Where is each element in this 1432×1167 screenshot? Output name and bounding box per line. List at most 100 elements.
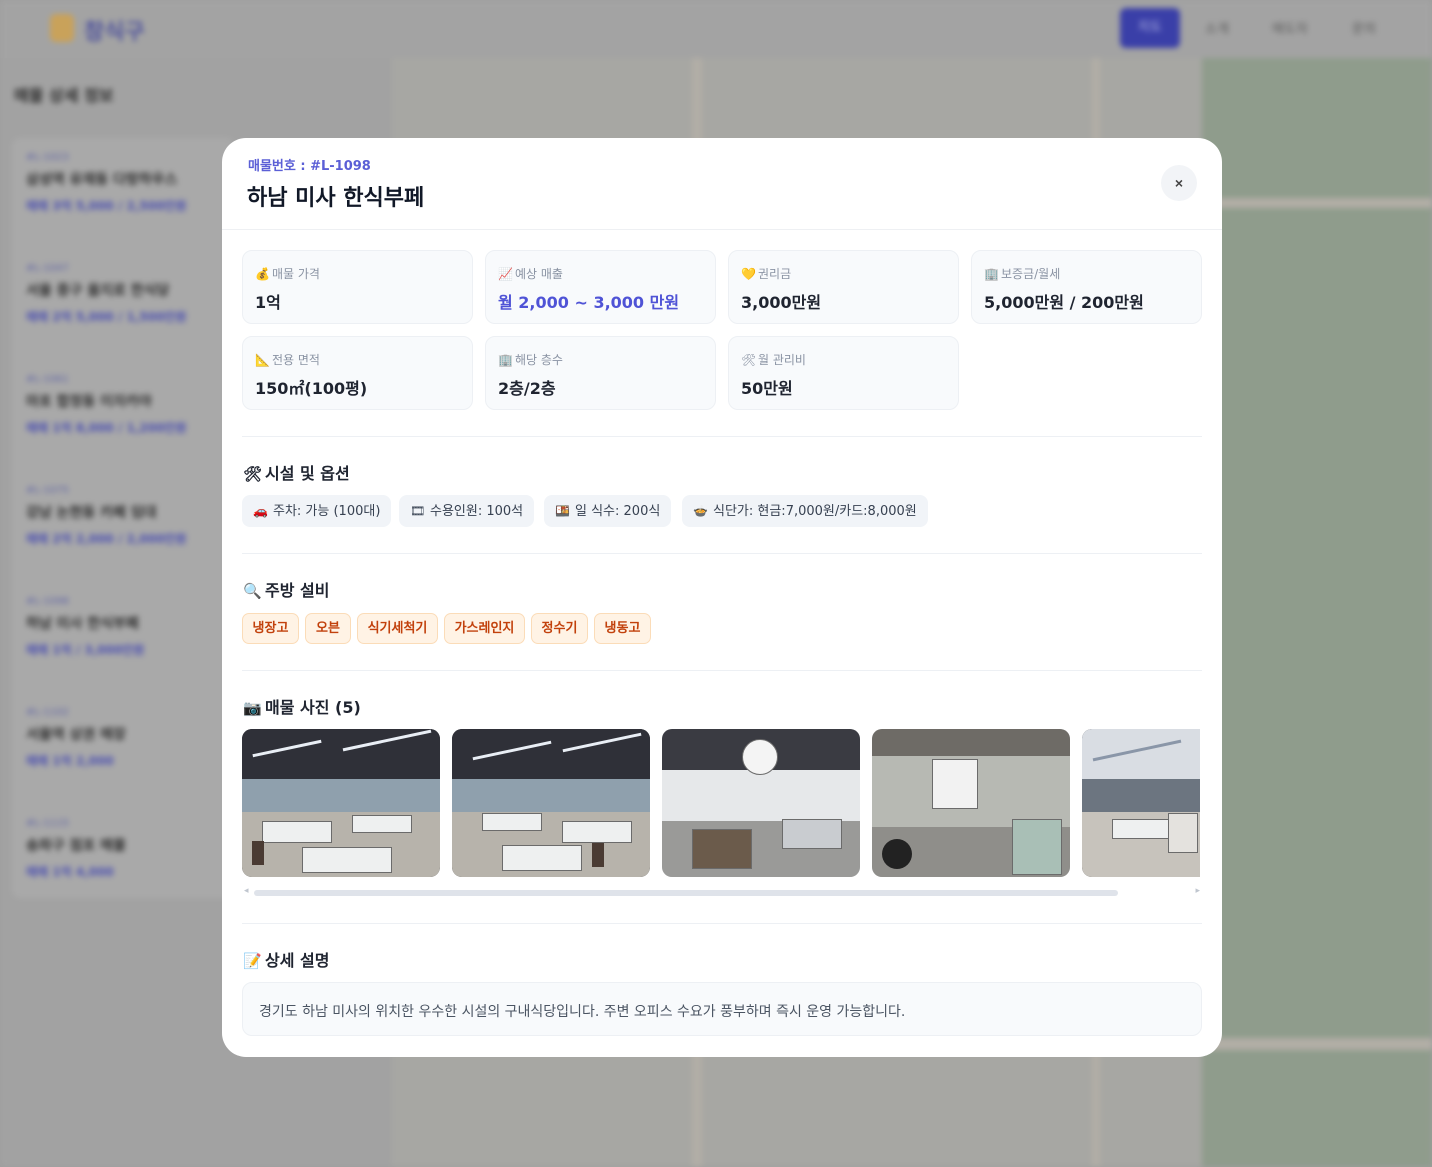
info-value-floor: 2층/2층 bbox=[498, 379, 556, 398]
info-card-maintenance-fee: 🛠 월 관리비 50만원 bbox=[728, 336, 959, 410]
photo-counter bbox=[1012, 819, 1062, 875]
close-button[interactable]: × bbox=[1161, 165, 1197, 201]
kitchen-tag: 냉장고 bbox=[242, 613, 299, 644]
photo-wall bbox=[452, 779, 650, 812]
photo-table bbox=[262, 821, 332, 843]
listing-detail-modal: 매물번호 : #L-1098 하남 미사 한식부페 × 💰 매물 가격 1억 📈 예… bbox=[222, 138, 1222, 1057]
modal-header: 매물번호 : #L-1098 하남 미사 한식부페 × bbox=[222, 138, 1222, 230]
scroll-right-icon[interactable]: ▸ bbox=[1195, 886, 1200, 896]
kitchen-tag: 식기세척기 bbox=[357, 613, 438, 644]
top-navbar: 창식구 지도 소개 매도자 문의 bbox=[0, 0, 1432, 58]
photo-object bbox=[882, 839, 912, 869]
list-item[interactable]: #L-1115 송파구 점포 매물 매매 1억 4,000 bbox=[26, 818, 226, 880]
listing-photo[interactable] bbox=[1082, 729, 1200, 877]
list-item[interactable]: #L-1075 강남 논현동 카페 임대 매매 2억 2,000 / 2,000… bbox=[26, 485, 226, 547]
list-item[interactable]: #L-1102 서울역 상권 매장 매매 1억 2,000 bbox=[26, 707, 226, 769]
list-item[interactable]: #L-1098 하남 미사 한식부페 매매 1억 / 3,000만원 bbox=[26, 596, 226, 658]
car-icon: 🚗 bbox=[253, 504, 268, 518]
kitchen-tag: 정수기 bbox=[531, 613, 588, 644]
magnifier-icon: 🔍 bbox=[243, 582, 262, 600]
chip-text: 수용인원: 100석 bbox=[430, 504, 524, 519]
list-item-price: 매매 1억 8,000 / 1,200만원 bbox=[26, 421, 187, 435]
info-label: 💛 권리금 bbox=[741, 265, 791, 282]
film-frame-icon: 🎞 bbox=[410, 504, 426, 518]
list-item-id: #L-1098 bbox=[26, 596, 69, 607]
section-divider bbox=[242, 923, 1202, 924]
stew-pot-icon: 🍲 bbox=[693, 504, 708, 518]
info-value-price: 1억 bbox=[255, 293, 281, 312]
facility-chip-meal-price: 🍲 식단가: 현금:7,000원/카드:8,000원 bbox=[682, 495, 928, 527]
info-label-text: 매물 가격 bbox=[272, 267, 320, 281]
nav-map[interactable]: 지도 bbox=[1120, 8, 1180, 48]
building-icon: 🏢 bbox=[498, 353, 513, 367]
listing-photo[interactable] bbox=[872, 729, 1070, 877]
info-label: 🏢 해당 층수 bbox=[498, 351, 563, 368]
list-item-price: 매매 2억 5,000 / 1,500만원 bbox=[26, 310, 187, 324]
photo-wall bbox=[242, 779, 440, 812]
section-divider bbox=[242, 553, 1202, 554]
logo-icon bbox=[50, 14, 74, 42]
info-card-floor: 🏢 해당 층수 2층/2층 bbox=[485, 336, 716, 410]
photo-scrollbar[interactable]: ◂ ▸ bbox=[242, 886, 1202, 897]
description-section-title: 📝 상세 설명 bbox=[243, 947, 329, 971]
chip-text: 일 식수: 200식 bbox=[575, 504, 661, 519]
photo-table bbox=[502, 845, 582, 871]
list-item-name: 삼성역 유재동 다랑하우스 bbox=[26, 172, 178, 188]
list-item-price: 매매 1억 2,000 bbox=[26, 754, 114, 768]
list-item[interactable]: #L-1023 삼성역 유재동 다랑하우스 매매 3억 5,000 / 2,50… bbox=[26, 152, 226, 214]
kitchen-section-title: 🔍 주방 설비 bbox=[243, 577, 329, 601]
info-value-maintenance-fee: 50만원 bbox=[741, 379, 793, 398]
info-label-text: 전용 면적 bbox=[272, 353, 320, 367]
kitchen-tag: 가스레인지 bbox=[444, 613, 525, 644]
photo-table bbox=[352, 815, 412, 833]
info-label: 📐 전용 면적 bbox=[255, 351, 320, 368]
scrollbar-thumb[interactable] bbox=[254, 890, 1118, 896]
logo-text: 창식구 bbox=[84, 20, 145, 45]
bento-box-icon: 🍱 bbox=[555, 504, 570, 518]
photo-counter bbox=[692, 829, 752, 869]
camera-icon: 📷 bbox=[243, 699, 262, 717]
listing-photo[interactable] bbox=[242, 729, 440, 877]
list-item-name: 서울역 상권 매장 bbox=[26, 727, 126, 743]
info-value-premium: 3,000만원 bbox=[741, 293, 822, 312]
photo-wall bbox=[662, 770, 860, 821]
photo-table bbox=[302, 847, 392, 873]
facilities-section-title: 🛠 시설 및 옵션 bbox=[243, 460, 350, 484]
list-item-name: 강남 논현동 카페 임대 bbox=[26, 505, 157, 521]
info-label: 📈 예상 매출 bbox=[498, 265, 563, 282]
photo-counter bbox=[782, 819, 842, 849]
list-item-id: #L-1075 bbox=[26, 485, 69, 496]
listing-list: #L-1023 삼성역 유재동 다랑하우스 매매 3억 5,000 / 2,50… bbox=[12, 138, 234, 898]
ruler-icon: 📐 bbox=[255, 353, 270, 367]
info-label-text: 해당 층수 bbox=[515, 353, 563, 367]
list-item-price: 매매 2억 2,000 / 2,000만원 bbox=[26, 532, 187, 546]
list-item-id: #L-1061 bbox=[26, 374, 69, 385]
heart-icon: 💛 bbox=[741, 267, 756, 281]
nav-about[interactable]: 소개 bbox=[1205, 18, 1229, 37]
info-label-text: 예상 매출 bbox=[515, 267, 563, 281]
list-item[interactable]: #L-1047 서울 중구 을지로 한식당 매매 2억 5,000 / 1,50… bbox=[26, 263, 226, 325]
facility-chip-daily-meals: 🍱 일 식수: 200식 bbox=[544, 495, 672, 527]
listing-title: 하남 미사 한식부페 bbox=[247, 186, 425, 211]
list-item-name: 서울 중구 을지로 한식당 bbox=[26, 283, 170, 299]
list-item-price: 매매 1억 4,000 bbox=[26, 865, 114, 879]
scroll-left-icon[interactable]: ◂ bbox=[244, 886, 249, 896]
info-value-expected-sales: 월 2,000 ~ 3,000 만원 bbox=[498, 293, 680, 312]
photo-wall bbox=[1082, 779, 1200, 812]
section-divider bbox=[242, 436, 1202, 437]
facility-chip-parking: 🚗 주차: 가능 (100대) bbox=[242, 495, 392, 527]
kitchen-tag: 오븐 bbox=[305, 613, 351, 644]
list-item[interactable]: #L-1061 마포 합정동 이자카야 매매 1억 8,000 / 1,200만… bbox=[26, 374, 226, 436]
listing-photo[interactable] bbox=[662, 729, 860, 877]
list-item-id: #L-1023 bbox=[26, 152, 69, 163]
section-divider bbox=[242, 670, 1202, 671]
kitchen-tag: 냉동고 bbox=[594, 613, 651, 644]
listing-photo[interactable] bbox=[452, 729, 650, 877]
info-card-deposit-rent: 🏢 보증금/월세 5,000만원 / 200만원 bbox=[971, 250, 1202, 324]
photo-ceiling bbox=[872, 729, 1070, 759]
money-bag-icon: 💰 bbox=[255, 267, 270, 281]
photo-sign bbox=[742, 739, 778, 775]
tools-icon: 🛠 bbox=[243, 465, 263, 483]
nav-contact[interactable]: 문의 bbox=[1352, 18, 1376, 37]
nav-seller[interactable]: 매도자 bbox=[1272, 18, 1308, 37]
